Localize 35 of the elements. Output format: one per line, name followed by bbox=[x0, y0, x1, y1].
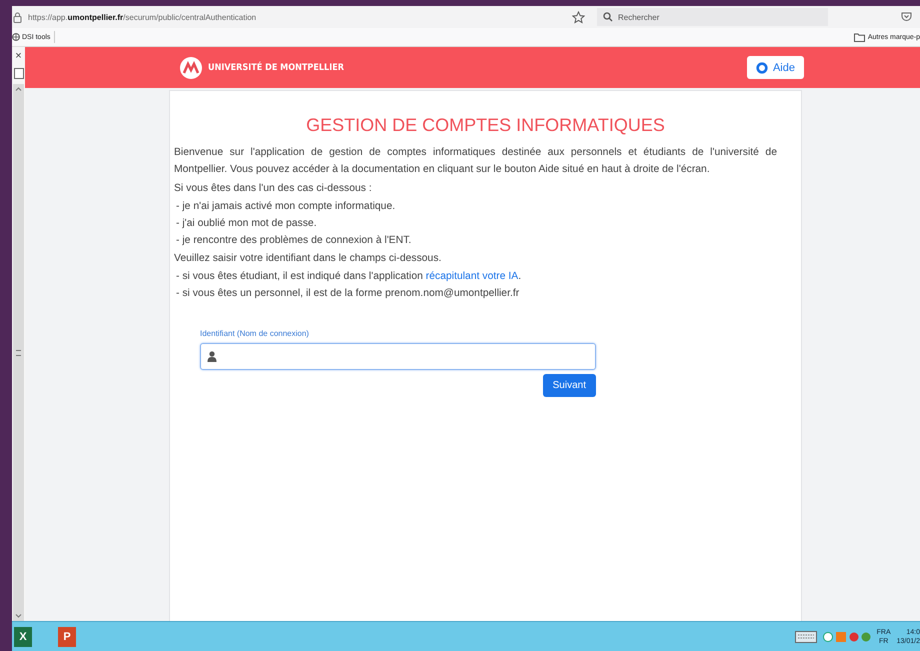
identifier-instruction: Veuillez saisir votre identifiant dans le champs ci-dessous. bbox=[174, 253, 442, 265]
lock-icon bbox=[13, 12, 22, 22]
cases-intro-text: Si vous êtes dans l'un des cas ci-dessous : bbox=[174, 183, 373, 195]
field-label: Identifiant (Nom de connexion) bbox=[200, 328, 310, 340]
summary-link[interactable]: récapitulant votre IA bbox=[426, 271, 518, 282]
next-button[interactable]: Suivant bbox=[542, 374, 596, 397]
identifier-hint: - si vous êtes un personnel, il est de la forme prenom.nom@umontpellier.fr bbox=[176, 288, 520, 300]
star-icon[interactable] bbox=[572, 10, 585, 24]
scroll-grip-icon[interactable] bbox=[16, 350, 21, 356]
taskbar-app-icon[interactable]: X bbox=[14, 626, 32, 646]
page-title: GESTION DE COMPTES INFORMATIQUES bbox=[305, 115, 666, 135]
sidebar-close-button[interactable]: × bbox=[15, 49, 22, 63]
scroll-up-icon[interactable] bbox=[14, 86, 23, 92]
scroll-down-icon[interactable] bbox=[14, 613, 23, 619]
keyboard-icon[interactable] bbox=[794, 630, 817, 642]
case-item: - j'ai oublié mon mot de passe. bbox=[176, 218, 318, 230]
folder-icon bbox=[854, 32, 865, 42]
help-button[interactable]: Aide bbox=[746, 56, 804, 79]
taskbar-app-icon[interactable]: P bbox=[58, 626, 76, 646]
university-logo-icon bbox=[180, 56, 202, 78]
identifier-field[interactable] bbox=[200, 343, 596, 370]
identifier-hint: - si vous êtes étudiant, il est indiqué dans l'application récapitulant votre IA. bbox=[176, 271, 522, 283]
tray-icons-drawing[interactable] bbox=[822, 630, 871, 642]
address-bar[interactable]: https://app.umontpellier.fr/securum/public/centralAuthentication bbox=[28, 12, 566, 22]
pocket-icon[interactable] bbox=[901, 12, 912, 22]
scrollbar[interactable] bbox=[13, 84, 24, 621]
logo-text: UNIVERSITÉ DE MONTPELLIER bbox=[208, 62, 344, 72]
checkbox-icon[interactable] bbox=[14, 68, 24, 79]
user-icon bbox=[207, 351, 217, 362]
case-item: - je n'ai jamais activé mon compte informatique. bbox=[176, 201, 396, 213]
globe-icon bbox=[12, 33, 20, 41]
case-item: - je rencontre des problèmes de connexion à l'ENT. bbox=[176, 235, 412, 247]
search-icon bbox=[603, 12, 613, 22]
intro-paragraph: Bienvenue sur l'application de gestion de comptes informatiques destinée aux personnels et étudiants de l'université de Montpellier. Vous pouvez accéder à la documentation en cliquant sur le bouton Aide situé en haut à droite de l'écran. bbox=[174, 146, 777, 177]
lifebuoy-icon bbox=[756, 62, 768, 74]
